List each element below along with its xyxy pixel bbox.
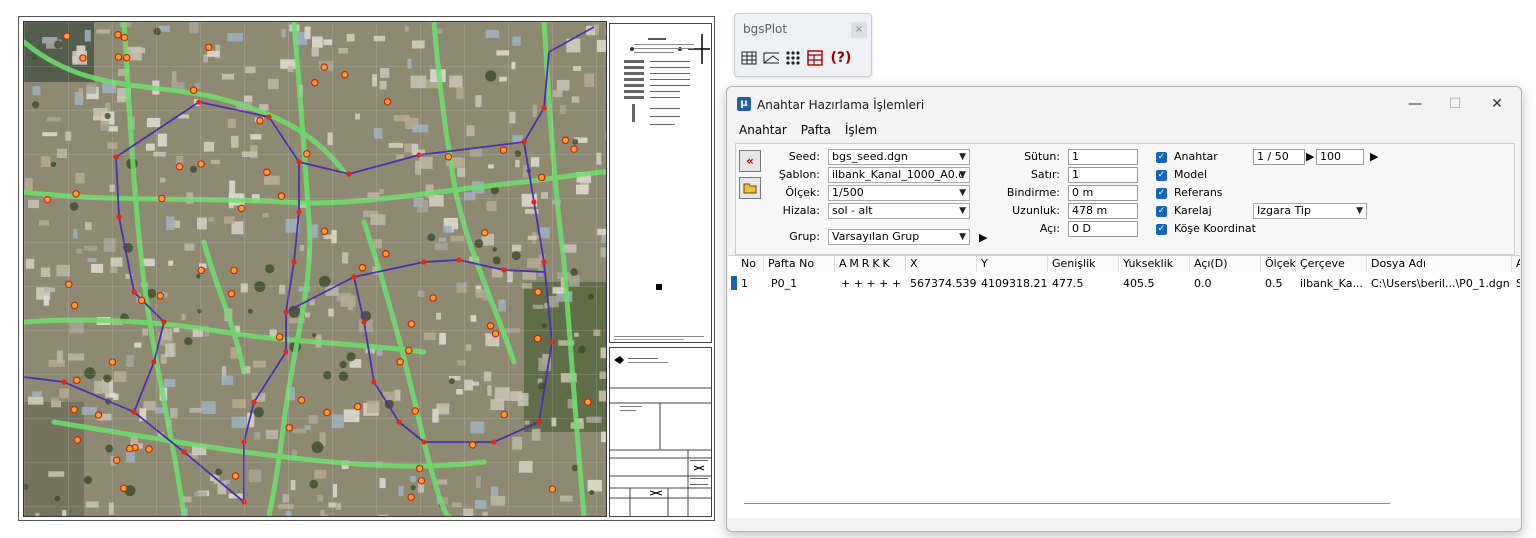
legend-drawing — [614, 34, 710, 340]
referans-checkbox[interactable]: ✓ — [1156, 188, 1167, 199]
menu-pafta[interactable]: Pafta — [801, 123, 831, 141]
chevron-down-icon: ▼ — [959, 170, 966, 180]
maximize-button[interactable]: ☐ — [1443, 95, 1467, 113]
kose-koordinat-checkbox[interactable]: ✓ — [1156, 224, 1167, 235]
fence-plot-icon[interactable] — [763, 50, 779, 66]
anahtar-dialog: μ Anahtar Hazırlama İşlemleri — ☐ ✕ Anah… — [726, 86, 1522, 532]
table-cell[interactable]: 1 — [738, 276, 764, 291]
grup-dropdown[interactable]: Varsayılan Grup ▼ — [828, 229, 970, 245]
column-header-genislik[interactable]: Genişlik — [1049, 256, 1119, 272]
aci-input[interactable]: 0 D — [1068, 221, 1138, 237]
sablon-label: Şablon: — [778, 168, 820, 181]
ratio-input[interactable]: 1 / 50 — [1253, 149, 1305, 165]
column-header-pafta-no[interactable]: Pafta No — [765, 256, 835, 272]
column-header-flags[interactable]: A M R K K — [836, 256, 906, 272]
anahtar-checkbox-label: Anahtar — [1174, 150, 1218, 163]
bindirme-input[interactable]: 0 m — [1068, 185, 1138, 201]
column-header-olcek[interactable]: Ölçek — [1262, 256, 1296, 272]
table-cell[interactable]: 0.0 — [1191, 276, 1261, 291]
column-header-dosya-adi[interactable]: Dosya Adı — [1368, 256, 1512, 272]
column-header-extra[interactable]: A — [1513, 256, 1520, 272]
hizala-dropdown[interactable]: sol - alt ▼ — [828, 203, 970, 219]
chevron-down-icon: ▼ — [1356, 206, 1363, 216]
table-icon[interactable] — [807, 50, 823, 66]
table-cell[interactable]: 567374.539 — [907, 276, 977, 291]
table-cell[interactable]: S — [1513, 276, 1520, 291]
column-header-cerceve[interactable]: Çerçeve — [1297, 256, 1367, 272]
plot-sheet-preview — [18, 16, 715, 521]
seed-dropdown[interactable]: bgs_seed.dgn ▼ — [828, 149, 970, 165]
menu-bar: Anahtar Pafta İşlem — [727, 123, 877, 141]
grid-plot-icon[interactable] — [741, 50, 757, 66]
play-arrow-icon[interactable]: ▶ — [1306, 150, 1314, 163]
satir-label: Satır: — [1030, 168, 1060, 181]
table-cell[interactable]: 405.5 — [1120, 276, 1190, 291]
table-cell[interactable]: 4109318.214 — [978, 276, 1048, 291]
table-cell[interactable]: 0.5 — [1262, 276, 1296, 291]
dialog-titlebar[interactable]: μ Anahtar Hazırlama İşlemleri — ☐ ✕ — [727, 87, 1521, 123]
map-canvas — [24, 22, 606, 516]
settings-form: « Seed: bgs_seed.dgn ▼ Şablon: ilbank_Kan… — [735, 143, 1515, 255]
chevron-down-icon: ▼ — [959, 232, 966, 242]
aci-label: Açı: — [1039, 222, 1060, 235]
play-arrow-icon[interactable]: ▶ — [979, 231, 987, 244]
chevron-down-icon: ▼ — [959, 152, 966, 162]
title-block — [609, 347, 712, 517]
bgsplot-toolbar[interactable]: bgsPlot × (?) — [734, 13, 872, 77]
legend-panel — [609, 23, 712, 343]
play-arrow-icon[interactable]: ▶ — [1370, 150, 1378, 163]
model-checkbox-label: Model — [1174, 168, 1208, 181]
horizontal-scrollbar[interactable] — [744, 503, 1390, 504]
karelaj-checkbox-label: Karelaj — [1174, 204, 1212, 217]
aerial-map-view — [23, 21, 607, 517]
kose-koordinat-checkbox-label: Köşe Koordinat — [1174, 222, 1256, 235]
pafta-table: No Pafta No A M R K K X Y Genişlik Yukse… — [728, 255, 1520, 518]
column-header-no[interactable]: No — [738, 256, 764, 272]
seed-label: Seed: — [788, 150, 820, 163]
model-checkbox[interactable]: ✓ — [1156, 170, 1167, 181]
referans-checkbox-label: Referans — [1174, 186, 1223, 199]
open-folder-icon[interactable] — [739, 177, 761, 199]
uzunluk-label: Uzunluk: — [1012, 204, 1060, 217]
table-cell[interactable]: 477.5 — [1049, 276, 1119, 291]
menu-islem[interactable]: İşlem — [845, 123, 877, 141]
collapse-double-left-icon[interactable]: « — [739, 150, 761, 172]
help-icon[interactable]: (?) — [829, 50, 853, 66]
uzunluk-input[interactable]: 478 m — [1068, 203, 1138, 219]
grup-label: Grup: — [789, 230, 820, 243]
hizala-label: Hizala: — [782, 204, 820, 217]
column-header-y[interactable]: Y — [978, 256, 1048, 272]
column-header-yukseklik[interactable]: Yukseklik — [1120, 256, 1190, 272]
sablon-dropdown[interactable]: ilbank_Kanal_1000_A0.c ▼ — [828, 167, 970, 183]
table-cell[interactable]: + + + + + — [838, 276, 908, 291]
column-header-aci[interactable]: Açı(D) — [1191, 256, 1261, 272]
window-title: Anahtar Hazırlama İşlemleri — [757, 98, 925, 112]
microstation-icon: μ — [737, 97, 751, 111]
karelaj-type-dropdown[interactable]: Izgara Tip ▼ — [1253, 203, 1367, 219]
bindirme-label: Bindirme: — [1006, 186, 1060, 199]
anahtar-checkbox[interactable]: ✓ — [1156, 152, 1167, 163]
row-selector[interactable] — [731, 276, 737, 290]
column-header-x[interactable]: X — [907, 256, 977, 272]
sutun-label: Sütun: — [1024, 150, 1060, 163]
chevron-down-icon: ▼ — [959, 206, 966, 216]
menu-anahtar[interactable]: Anahtar — [739, 123, 787, 141]
toolbar-close-button[interactable]: × — [851, 22, 867, 38]
satir-input[interactable]: 1 — [1068, 167, 1138, 183]
toolbar-title: bgsPlot — [743, 22, 788, 36]
olcek-dropdown[interactable]: 1/500 ▼ — [828, 185, 970, 201]
table-cell[interactable]: C:\Users\beril...\P0_1.dgn — [1368, 276, 1512, 291]
karelaj-checkbox[interactable]: ✓ — [1156, 206, 1167, 217]
table-cell[interactable]: P0_1 — [768, 276, 836, 291]
sutun-input[interactable]: 1 — [1068, 149, 1138, 165]
olcek-label: Ölçek: — [785, 186, 820, 199]
dots-grid-icon[interactable] — [785, 50, 801, 66]
chevron-down-icon: ▼ — [959, 188, 966, 198]
close-button[interactable]: ✕ — [1485, 95, 1509, 113]
title-block-drawing — [610, 356, 711, 516]
count-input[interactable]: 100 — [1316, 149, 1364, 165]
table-cell[interactable]: ilbank_Ka... — [1297, 276, 1367, 291]
minimize-button[interactable]: — — [1403, 95, 1427, 113]
